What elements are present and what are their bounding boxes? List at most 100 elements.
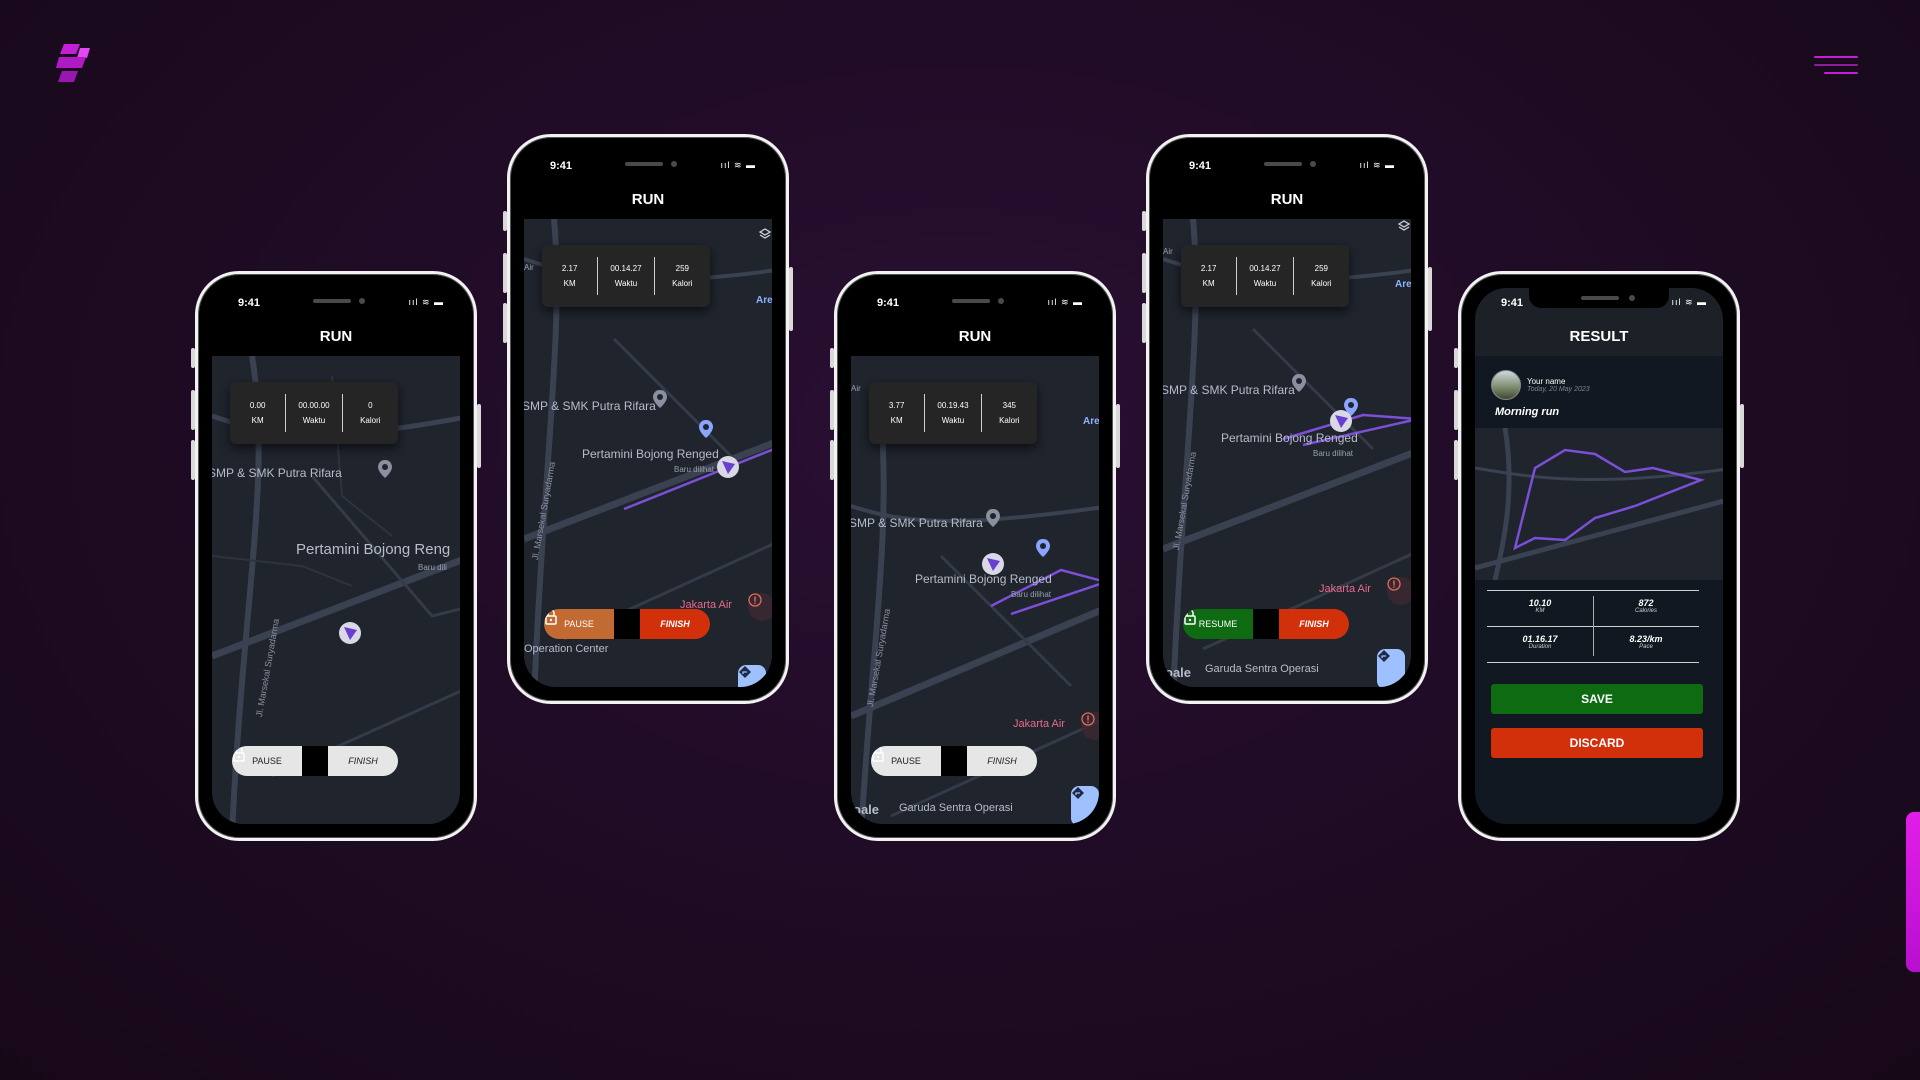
lock-icon[interactable]	[545, 609, 640, 639]
lock-icon[interactable]	[872, 746, 967, 776]
run-stats-panel: 3.77 KM 00.19.43 Waktu 345 Kalori	[869, 382, 1037, 444]
stat-distance-value: 3.77	[888, 401, 905, 410]
user-location-icon	[982, 553, 1004, 575]
phone-screen: 9:41 ııl ≋ ▬ RUN SMP & SMK Putra Rifara …	[1163, 151, 1411, 687]
brand-logo-icon[interactable]	[56, 44, 92, 82]
map-label-air: Air	[851, 384, 861, 393]
lock-icon[interactable]	[233, 746, 328, 776]
phone-run-progress: 9:41 ııl ≋ ▬ RUN SMP & SMK Putra Rifara …	[830, 271, 1120, 841]
finish-button[interactable]: FINISH	[640, 609, 710, 639]
map-label-station: Pertamini Bojong Reng	[296, 541, 451, 558]
directions-icon[interactable]	[1071, 786, 1099, 824]
phone-screen: 9:41 ııl ≋ ▬ RUN SMP & SMK Putra Rifara …	[524, 151, 772, 687]
signal-wifi-battery-icon: ııl ≋ ▬	[408, 297, 444, 307]
stat-calorie-value: 259	[1314, 264, 1328, 273]
report-icon[interactable]	[748, 593, 772, 621]
stat-calorie-label: Kalori	[999, 416, 1020, 425]
side-drawer-tab[interactable]	[1906, 812, 1920, 972]
map-pin-icon[interactable]	[1291, 373, 1307, 393]
stat-distance-label: KM	[563, 279, 576, 288]
map-view[interactable]: SMP & SMK Putra Rifara Pertamini Bojong …	[212, 356, 460, 824]
finish-button[interactable]: FINISH	[328, 746, 398, 776]
metric-calories-value: 872	[1638, 598, 1654, 608]
status-time: 9:41	[550, 160, 573, 172]
stat-distance-label: KM	[251, 416, 264, 425]
stat-distance-value: 0.00	[249, 401, 266, 410]
status-bar: 9:41 ııl ≋ ▬	[1475, 288, 1723, 318]
layers-icon[interactable]	[1397, 219, 1411, 233]
map-view[interactable]: SMP & SMK Putra Rifara Pertamini Bojong …	[524, 219, 772, 687]
map-pin-icon[interactable]	[985, 508, 1001, 528]
user-location-icon	[717, 456, 739, 478]
map-label-baru: Baru dili	[418, 563, 447, 572]
map-label-school: SMP & SMK Putra Rifara	[212, 466, 342, 480]
map-label-school: SMP & SMK Putra Rifara	[851, 516, 983, 530]
phone-screen: 9:41 ııl ≋ ▬ RESULT Your name Today, 20 …	[1475, 288, 1723, 824]
stat-calorie-label: Kalori	[1311, 279, 1332, 288]
map-view[interactable]: SMP & SMK Putra Rifara Pertamini Bojong …	[1163, 219, 1411, 687]
map-pin-icon[interactable]	[377, 459, 393, 479]
status-bar: 9:41 ııl ≋ ▬	[1163, 151, 1411, 181]
run-date: Today, 20 May 2023	[1527, 386, 1590, 393]
stat-distance-label: KM	[890, 416, 903, 425]
map-label-baru: Baru dilihat	[1011, 590, 1052, 599]
app-header: RUN	[524, 181, 772, 219]
status-time: 9:41	[1501, 297, 1524, 309]
run-stats-panel: 2.17 KM 00.14.27 Waktu 259 Kalori	[1181, 245, 1349, 307]
page-title: RUN	[319, 328, 353, 345]
finish-button[interactable]: FINISH	[967, 746, 1037, 776]
signal-wifi-battery-icon: ııl ≋ ▬	[1047, 297, 1083, 307]
hamburger-menu-icon[interactable]	[1814, 56, 1858, 74]
run-stats-panel: 0.00 KM 00.00.00 Waktu 0 Kalori	[230, 382, 398, 444]
run-controls: PAUSE FINISH	[232, 746, 398, 776]
metric-distance-value: 10.10	[1528, 598, 1552, 608]
user-location-icon	[339, 622, 361, 644]
status-bar: 9:41 ııl ≋ ▬	[851, 288, 1099, 318]
map-label-area: Area	[1395, 279, 1411, 290]
phone-screen: 9:41 ııl ≋ ▬ RUN SMP & SMK Putra Rifara …	[851, 288, 1099, 824]
map-label-area: Area	[756, 295, 772, 306]
route-map[interactable]: SMP & SMK Putra Rifara Pertamini Bojong …	[1475, 428, 1723, 580]
stat-time-label: Waktu	[941, 416, 965, 425]
metric-pace-unit: Pace	[1639, 644, 1653, 650]
metric-duration-unit: Duration	[1528, 644, 1552, 650]
user-name: Your name	[1527, 377, 1566, 386]
stat-calorie-value: 0	[368, 401, 373, 410]
status-time: 9:41	[877, 297, 900, 309]
map-label-jakarta: Jakarta Air	[1319, 583, 1371, 595]
stat-calorie-label: Kalori	[360, 416, 381, 425]
save-button[interactable]: SAVE	[1491, 684, 1703, 714]
run-controls: RESUME FINISH	[1183, 609, 1349, 639]
avatar[interactable]	[1491, 370, 1521, 400]
stat-time-value: 00.19.43	[937, 401, 969, 410]
metric-distance-unit: KM	[1535, 608, 1545, 614]
map-label-garuda: Garuda Sentra Operasi	[899, 802, 1013, 814]
report-icon[interactable]	[1387, 577, 1411, 605]
directions-icon[interactable]	[738, 665, 766, 687]
map-label-area: Area	[1083, 416, 1099, 427]
fuel-pin-icon[interactable]	[1035, 538, 1051, 558]
page-title: RUN	[958, 328, 992, 345]
lock-icon[interactable]	[1184, 609, 1279, 639]
phone-run-start: 9:41 ııl ≋ ▬ RUN SMP & SMK Putra Rifara …	[191, 271, 481, 841]
map-label-air: Air	[1163, 247, 1173, 256]
map-label-baru: Baru dilihat	[674, 465, 715, 474]
map-label-google: oale	[1165, 665, 1192, 680]
discard-button[interactable]: DISCARD	[1491, 728, 1703, 758]
map-view[interactable]: SMP & SMK Putra Rifara Pertamini Bojong …	[851, 356, 1099, 824]
finish-button[interactable]: FINISH	[1279, 609, 1349, 639]
fuel-pin-icon[interactable]	[698, 419, 714, 439]
directions-icon[interactable]	[1377, 649, 1405, 687]
run-controls: PAUSE FINISH	[544, 609, 710, 639]
map-label-air: Air	[524, 263, 534, 272]
stat-calorie-value: 345	[1002, 401, 1016, 410]
layers-icon[interactable]	[758, 227, 772, 241]
map-label-ops: Operation Center	[524, 643, 609, 655]
stat-time-label: Waktu	[302, 416, 326, 425]
map-label-station: Pertamini Bojong Renged	[582, 447, 719, 461]
stat-time-label: Waktu	[614, 279, 638, 288]
phone-result: 9:41 ııl ≋ ▬ RESULT Your name Today, 20 …	[1454, 271, 1744, 841]
page-title: RUN	[1270, 191, 1304, 208]
map-pin-icon[interactable]	[652, 389, 668, 409]
signal-wifi-battery-icon: ııl ≋ ▬	[720, 160, 756, 170]
